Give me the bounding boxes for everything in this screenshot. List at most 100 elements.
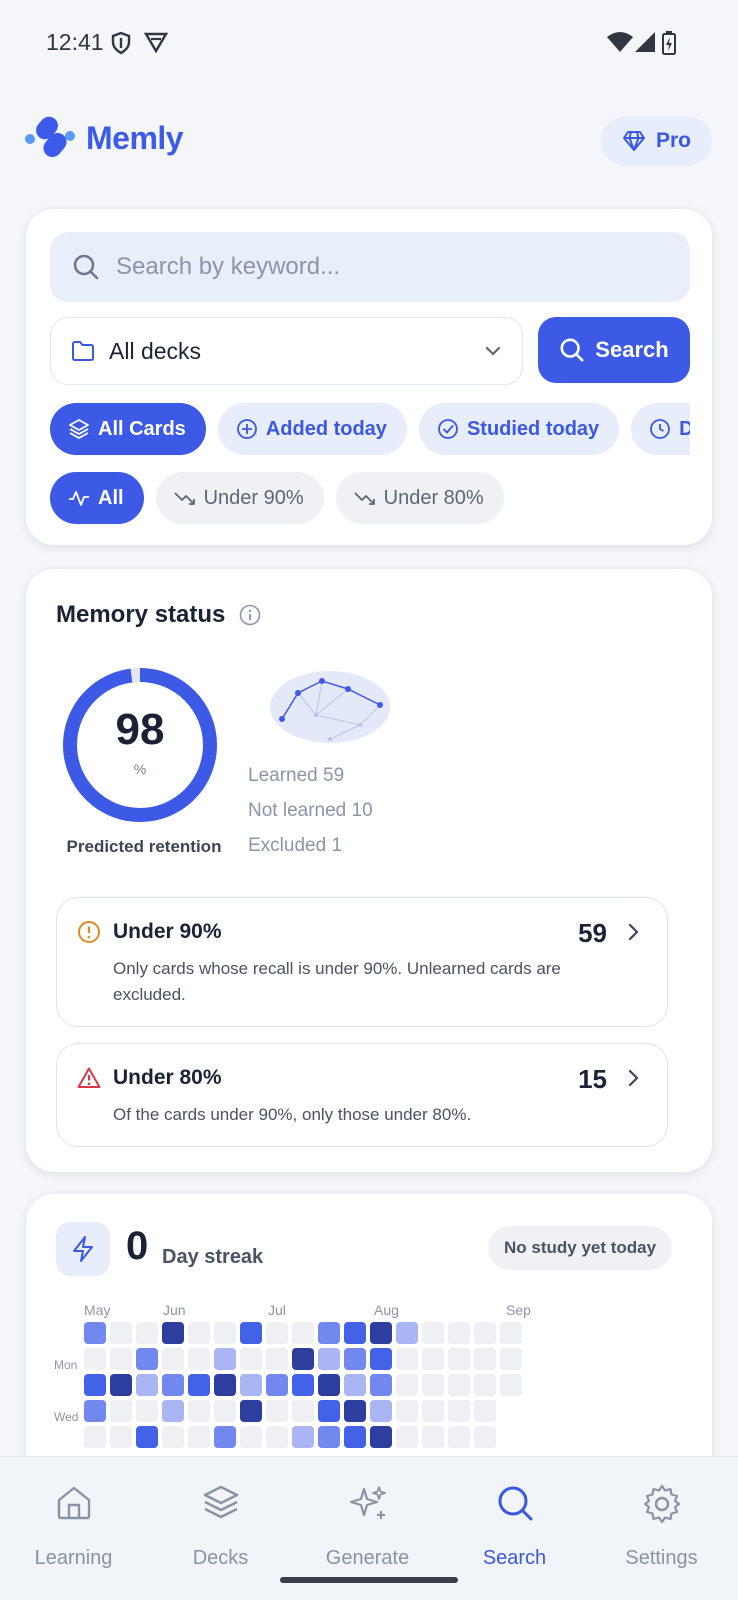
trending-down-icon — [353, 492, 375, 505]
chip-all-cards[interactable]: All Cards — [50, 403, 206, 455]
pro-button[interactable]: Pro — [601, 116, 712, 166]
nav-label: Generate — [325, 1547, 410, 1569]
heatmap-cell — [240, 1322, 262, 1344]
chip-under-80[interactable]: Under 80% — [335, 472, 504, 524]
chip-under-90[interactable]: Under 90% — [155, 472, 324, 524]
search-button[interactable]: Search — [538, 317, 690, 383]
under-90-title: Under 90% — [113, 920, 222, 943]
chip-label: Under 90% — [203, 486, 304, 509]
clock-icon — [650, 419, 671, 439]
heatmap-cell — [292, 1374, 314, 1396]
heatmap-cell — [136, 1400, 158, 1422]
layers-icon — [69, 419, 89, 439]
alert-triangle-icon — [77, 1067, 101, 1088]
chip-added-today[interactable]: Added today — [217, 403, 407, 455]
app-logo: Memly — [24, 112, 184, 164]
heatmap-cell — [318, 1400, 340, 1422]
heatmap-cell — [370, 1348, 392, 1370]
layers-icon — [203, 1485, 238, 1519]
heatmap-cell — [240, 1374, 262, 1396]
chip-all[interactable]: All — [50, 472, 144, 524]
gear-icon — [643, 1484, 680, 1524]
day-label: Wed — [54, 1410, 79, 1424]
heatmap-cell — [162, 1426, 184, 1448]
memory-status-card: Memory status 98 % Predicted retention L… — [26, 569, 712, 1172]
memory-status-title: Memory status — [56, 601, 261, 629]
heatmap-cell — [422, 1426, 444, 1448]
heatmap-cell — [448, 1426, 470, 1448]
chip-due[interactable]: Due — [631, 403, 690, 455]
heatmap-cell — [214, 1348, 236, 1370]
chevron-right-icon — [628, 923, 639, 941]
heatmap-cell — [344, 1374, 366, 1396]
pro-label: Pro — [655, 129, 691, 152]
heatmap-cell — [136, 1374, 158, 1396]
heatmap-cell — [344, 1400, 366, 1422]
status-time: 12:41 — [46, 29, 104, 55]
heatmap-cell — [344, 1322, 366, 1344]
retention-caption: Predicted retention — [66, 837, 222, 856]
heatmap-cell — [84, 1322, 106, 1344]
signal-icon — [635, 32, 655, 52]
heatmap-cell — [474, 1322, 496, 1344]
diamond-icon — [622, 131, 645, 151]
heatmap-cell — [292, 1400, 314, 1422]
heatmap-cell — [162, 1374, 184, 1396]
search-icon — [560, 338, 584, 362]
heatmap-cell — [84, 1374, 106, 1396]
chip-label: Due — [679, 417, 690, 440]
under-90-head: Under 90% — [77, 920, 222, 944]
heatmap-cell — [266, 1426, 288, 1448]
heatmap-cell — [474, 1374, 496, 1396]
activity-icon — [69, 491, 89, 506]
heatmap-cell — [370, 1322, 392, 1344]
heatmap-cell — [110, 1374, 132, 1396]
retention-unit: % — [133, 761, 147, 777]
heatmap-cell — [240, 1400, 262, 1422]
search-icon — [498, 1486, 532, 1521]
folder-icon — [72, 341, 94, 361]
heatmap-cell — [110, 1400, 132, 1422]
streak-badge — [56, 1222, 110, 1276]
heatmap-cell — [84, 1426, 106, 1448]
heatmap-cell — [318, 1374, 340, 1396]
lightning-icon — [73, 1236, 93, 1262]
chip-label: Added today — [265, 417, 387, 440]
heatmap-cell — [240, 1348, 262, 1370]
heatmap-cell — [188, 1322, 210, 1344]
trending-down-icon — [173, 492, 195, 505]
heatmap-cell — [396, 1400, 418, 1422]
heatmap-cell — [500, 1322, 522, 1344]
heatmap-cell — [422, 1322, 444, 1344]
month-label: May — [84, 1302, 111, 1318]
retention-filter-chips: All Under 90% Under 80% — [50, 472, 690, 524]
nav-label: Decks — [192, 1547, 249, 1569]
heatmap-cell — [292, 1348, 314, 1370]
search-input[interactable] — [116, 253, 656, 281]
heatmap-cell — [214, 1426, 236, 1448]
deck-select[interactable]: All decks — [50, 317, 523, 385]
check-circle-icon — [438, 419, 458, 439]
memory-title-text: Memory status — [56, 601, 226, 628]
chip-label: All Cards — [98, 417, 186, 440]
month-label: Jun — [163, 1302, 186, 1318]
heatmap-cell — [396, 1348, 418, 1370]
under-80-filter[interactable]: Under 80% 15 Of the cards under 90%, onl… — [56, 1043, 668, 1147]
heatmap-cell — [188, 1400, 210, 1422]
month-label: Aug — [374, 1302, 399, 1318]
under-90-filter[interactable]: Under 90% 59 Only cards whose recall is … — [56, 897, 668, 1027]
info-icon[interactable] — [239, 604, 261, 626]
heatmap-cell — [370, 1374, 392, 1396]
heatmap-cell — [266, 1322, 288, 1344]
nav-label: Settings — [625, 1547, 698, 1569]
heatmap-cell — [188, 1426, 210, 1448]
heatmap-cell — [110, 1426, 132, 1448]
chip-studied-today[interactable]: Studied today — [418, 403, 620, 455]
heatmap-cell — [500, 1374, 522, 1396]
search-field[interactable] — [50, 232, 690, 302]
sparkles-icon — [349, 1486, 386, 1519]
heatmap-cell — [396, 1426, 418, 1448]
retention-ring: 98 % — [60, 665, 220, 825]
heatmap-cell — [474, 1426, 496, 1448]
home-indicator[interactable] — [280, 1577, 458, 1583]
